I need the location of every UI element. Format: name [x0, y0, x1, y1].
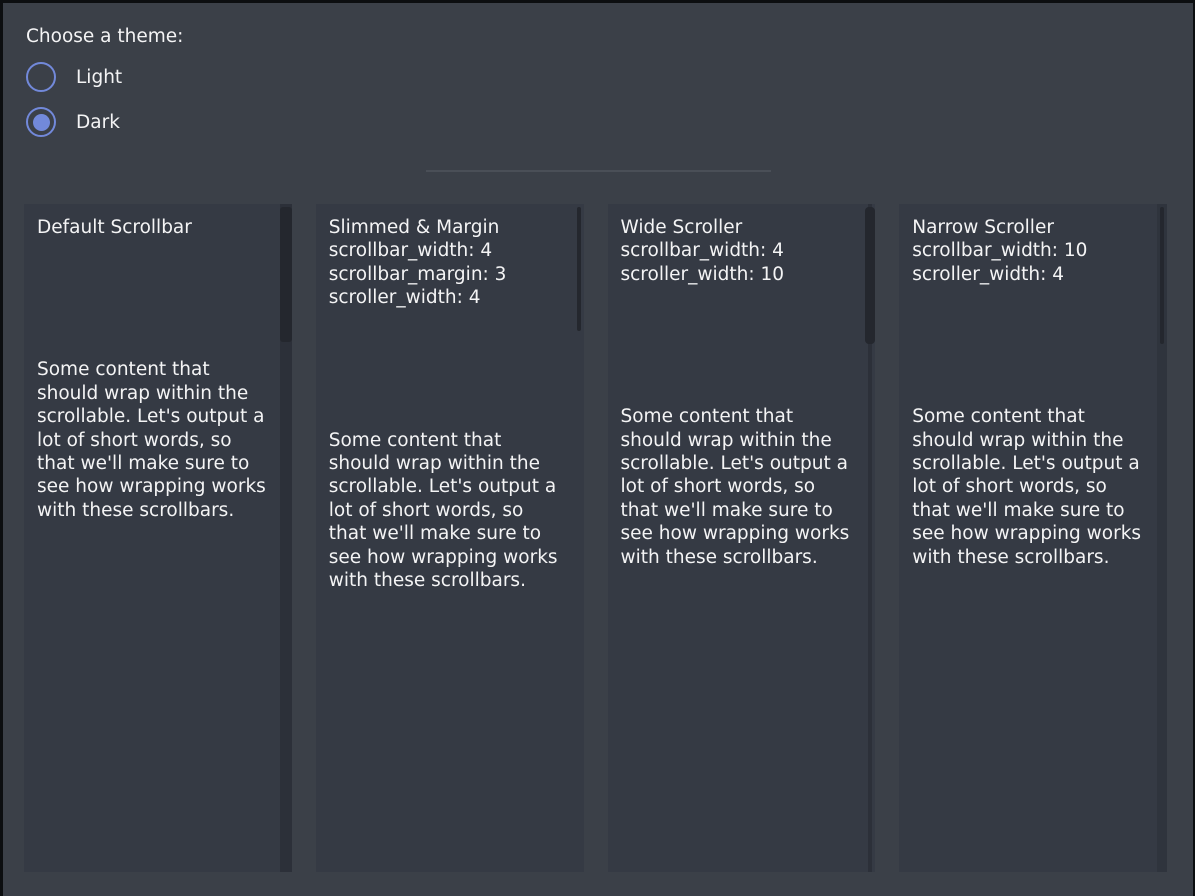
panel-scroll-area[interactable]: Narrow Scroller scrollbar_width: 10 scro…: [899, 204, 1167, 569]
panel-title-line: Narrow Scroller: [912, 216, 1149, 239]
panel-scroll-area[interactable]: Slimmed & Margin scrollbar_width: 4 scro…: [316, 204, 584, 592]
panel-content-text: Some content that should wrap within the…: [912, 405, 1149, 569]
scrollbar-thumb[interactable]: [865, 207, 875, 344]
radio-dark-icon[interactable]: [26, 107, 56, 137]
panel-default-scrollbar[interactable]: Default Scrollbar Some content that shou…: [24, 204, 292, 872]
panel-param-line: scrollbar_width: 10: [912, 239, 1149, 262]
panel-wide-scroller[interactable]: Wide Scroller scrollbar_width: 4 scrolle…: [608, 204, 876, 872]
theme-option-light[interactable]: Light: [26, 55, 1193, 99]
panel-scroll-area[interactable]: Default Scrollbar Some content that shou…: [24, 204, 292, 522]
panel-narrow-scroller[interactable]: Narrow Scroller scrollbar_width: 10 scro…: [899, 204, 1167, 872]
panel-content-text: Some content that should wrap within the…: [329, 429, 566, 593]
panel-title: Narrow Scroller scrollbar_width: 10 scro…: [912, 216, 1149, 286]
app-window: Choose a theme: Light Dark Default Scrol…: [3, 3, 1193, 872]
panel-slimmed-margin[interactable]: Slimmed & Margin scrollbar_width: 4 scro…: [316, 204, 584, 872]
theme-option-dark[interactable]: Dark: [26, 100, 1193, 144]
panel-title: Default Scrollbar: [37, 216, 274, 239]
theme-option-light-label: Light: [76, 67, 122, 88]
radio-light-icon[interactable]: [26, 62, 56, 92]
panel-content-text: Some content that should wrap within the…: [37, 358, 274, 522]
scrollbar-thumb[interactable]: [280, 207, 292, 342]
scrollbar-thumb[interactable]: [577, 207, 581, 331]
panel-param-line: scrollbar_margin: 3: [329, 263, 566, 286]
panel-title-line: Slimmed & Margin: [329, 216, 566, 239]
scrollbar-demo-panels: Default Scrollbar Some content that shou…: [24, 204, 1167, 872]
panel-title-line: Wide Scroller: [621, 216, 858, 239]
panel-title-line: Default Scrollbar: [37, 216, 274, 239]
theme-option-dark-label: Dark: [76, 112, 120, 133]
panel-param-line: scrollbar_width: 4: [621, 239, 858, 262]
panel-title: Slimmed & Margin scrollbar_width: 4 scro…: [329, 216, 566, 310]
panel-param-line: scroller_width: 4: [912, 263, 1149, 286]
theme-chooser-section: Choose a theme: Light Dark: [3, 3, 1193, 144]
panel-scroll-area[interactable]: Wide Scroller scrollbar_width: 4 scrolle…: [608, 204, 876, 569]
section-divider: [426, 170, 771, 172]
panel-param-line: scroller_width: 4: [329, 286, 566, 309]
panel-param-line: scroller_width: 10: [621, 263, 858, 286]
radio-selected-dot: [33, 114, 50, 131]
scrollbar-thumb[interactable]: [1160, 207, 1164, 344]
panel-content-text: Some content that should wrap within the…: [621, 405, 858, 569]
theme-chooser-label: Choose a theme:: [26, 25, 1193, 49]
panel-param-line: scrollbar_width: 4: [329, 239, 566, 262]
panel-title: Wide Scroller scrollbar_width: 4 scrolle…: [621, 216, 858, 286]
